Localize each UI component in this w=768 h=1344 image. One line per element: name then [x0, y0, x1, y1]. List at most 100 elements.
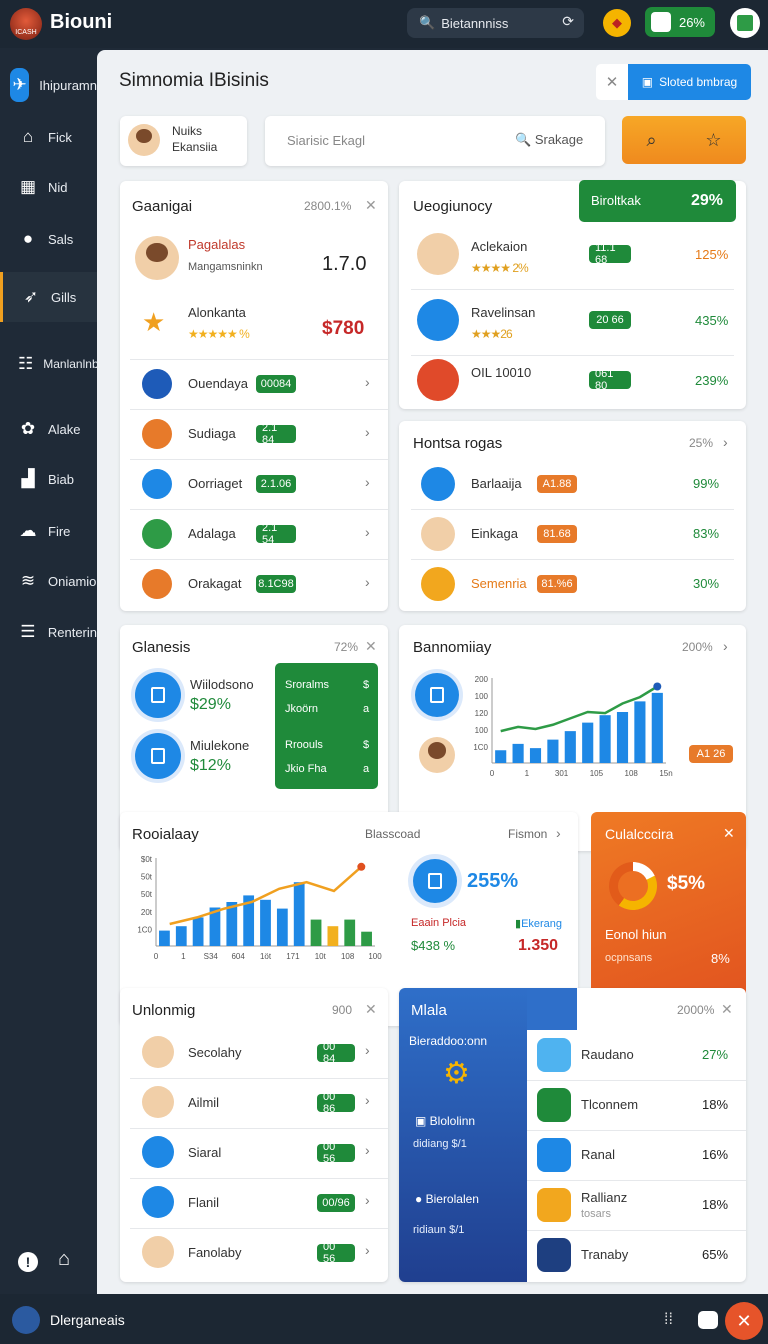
grid-dots-icon[interactable]: ⁞⁞	[664, 1311, 673, 1329]
coin-icon[interactable]: ◆	[603, 9, 631, 37]
flag-icon	[417, 359, 459, 401]
document-icon	[142, 469, 172, 499]
chevron-right-icon[interactable]: ›	[365, 524, 370, 540]
calendar-icon: ▣	[641, 75, 654, 89]
sidebar-item-7[interactable]: ▟ Biab	[0, 456, 97, 502]
row-badge: A1.88	[537, 475, 577, 493]
close-icon[interactable]: ✕	[365, 1001, 377, 1018]
star-icon: ★	[142, 307, 166, 337]
primary-button[interactable]: ▣ Sloted bmbrag	[628, 64, 751, 100]
y-tick-label: 1C0	[137, 925, 152, 934]
close-icon[interactable]: ✕	[365, 638, 377, 655]
chart-badge: A1 26	[689, 745, 733, 763]
row-divider	[527, 1230, 746, 1231]
row-divider	[130, 1178, 388, 1179]
info-icon[interactable]: !	[18, 1252, 38, 1272]
brand-name: Biouni	[50, 11, 113, 33]
chevron-right-icon[interactable]: ›	[723, 638, 728, 654]
sidebar-item-1[interactable]: ⌂ Fick	[0, 114, 97, 160]
y-tick-label: 50t	[141, 890, 153, 899]
chevron-right-icon[interactable]: ›	[365, 1192, 370, 1208]
close-icon[interactable]: ✕	[365, 197, 377, 214]
sidebar-item-3[interactable]: ● Sals	[0, 216, 97, 262]
chevron-right-icon[interactable]: ›	[365, 1242, 370, 1258]
card-meta: 200%	[682, 640, 713, 654]
user-chip-icon	[651, 12, 671, 32]
home-outline-icon[interactable]: ⌂	[58, 1248, 70, 1271]
sidebar-item-0[interactable]: ✈ Ihipuramn	[0, 62, 97, 108]
chevron-right-icon[interactable]: ›	[723, 434, 728, 450]
row-rating: ★★★★ 2%	[471, 261, 529, 275]
row-badge: 8.1C98	[256, 575, 296, 593]
profile-chip[interactable]: Nuiks Ekansiia	[120, 116, 247, 166]
sidebar-item-label: Biab	[48, 471, 75, 487]
close-icon[interactable]: ✕	[723, 825, 735, 842]
sidebar-item-label: Alake	[48, 421, 81, 437]
chevron-right-icon[interactable]: ›	[365, 374, 370, 390]
x-tick-label: 108	[341, 952, 355, 961]
refresh-icon[interactable]: ⟳	[562, 13, 574, 30]
bar	[495, 750, 507, 763]
sidebar: ✈ Ihipuramn ⌂ Fick ▦ Nid ● Sals ➶ Gills ☷ Manl…	[0, 48, 99, 1294]
sidebar-item-label: Gills	[51, 289, 77, 305]
row-label: Oorriaget	[188, 476, 243, 491]
row-divider	[527, 1130, 746, 1131]
row-divider	[527, 1180, 746, 1181]
bar	[634, 701, 646, 763]
chevron-right-icon[interactable]: ›	[365, 574, 370, 590]
leaf-icon	[537, 1088, 571, 1122]
document-icon	[417, 299, 459, 341]
sidebar-item-5[interactable]: ☷ Manlanlnb	[0, 341, 99, 387]
chevron-right-icon[interactable]: ›	[365, 474, 370, 490]
account-avatar-icon[interactable]	[12, 1306, 40, 1334]
sidebar-item-9[interactable]: ≋ Oniamio	[0, 558, 97, 604]
row-badge: 061 80	[589, 368, 631, 392]
card-subtitle: Blasscoad	[365, 827, 421, 841]
chevron-right-icon[interactable]: ›	[365, 1142, 370, 1158]
close-icon[interactable]: ✕	[721, 1001, 733, 1018]
y-tick-label: 120	[475, 709, 489, 718]
search-icon: 🔍	[419, 15, 436, 30]
search-action[interactable]: 🔍 Srakage	[515, 132, 583, 148]
close-fab[interactable]: ✕	[725, 1302, 763, 1340]
row-badge: 81.68	[537, 525, 577, 543]
sidebar-item-4[interactable]: ➶ Gills	[0, 272, 97, 322]
search-box[interactable]: Siarisic Ekagl 🔍 Srakage	[265, 116, 605, 166]
panel-value: a	[363, 763, 370, 775]
wifi-icon: ≋	[20, 571, 36, 590]
sidebar-item-8[interactable]: ☁ Fire	[0, 508, 97, 554]
chevron-right-icon[interactable]: ›	[365, 1092, 370, 1108]
sidebar-item-6[interactable]: ✿ Alake	[0, 406, 97, 452]
status-pill[interactable]: 26%	[645, 7, 715, 37]
search-input[interactable]: Siarisic Ekagl	[287, 133, 365, 148]
document-icon	[135, 672, 181, 718]
card-title: Hontsa rogas	[413, 435, 503, 452]
chevron-right-icon[interactable]: ›	[365, 1042, 370, 1058]
row-badge: 81.%6	[537, 575, 577, 593]
x-tick-label: 1	[525, 769, 530, 778]
card-link[interactable]: Fismon	[508, 827, 547, 841]
x-tick-label: 15n	[659, 769, 672, 778]
y-tick-label: $0t	[141, 855, 153, 864]
card-gaanigai: Gaanigai 2800.1% ✕ Pagalalas Mangamsnink…	[120, 181, 388, 611]
bar	[276, 908, 288, 946]
header-close-button[interactable]: ✕	[596, 64, 628, 100]
item-sub: Mangamsninkn	[188, 261, 263, 273]
top-search[interactable]: 🔍 Bietannniss ⟳	[407, 8, 584, 38]
chevron-right-icon[interactable]: ›	[556, 825, 561, 841]
sidebar-item-10[interactable]: ☰ Renterin	[0, 609, 97, 655]
search-icon[interactable]: ⌕	[646, 130, 656, 151]
sidebar-item-2[interactable]: ▦ Nid	[0, 164, 97, 210]
row-label: Tranaby	[581, 1247, 629, 1262]
bar	[293, 882, 305, 946]
app-logo[interactable]: ICASH	[10, 8, 42, 40]
grid-button[interactable]	[730, 8, 760, 38]
page-title: Simnomia IBisinis	[119, 70, 269, 91]
row-label: Rallianz	[581, 1190, 628, 1205]
video-icon[interactable]	[698, 1311, 718, 1329]
row-divider	[527, 1080, 746, 1081]
star-icon[interactable]: ☆	[705, 130, 721, 151]
chevron-right-icon[interactable]: ›	[365, 424, 370, 440]
sidebar-item-label: Nid	[48, 179, 68, 195]
chat-icon: ☁	[19, 521, 37, 540]
